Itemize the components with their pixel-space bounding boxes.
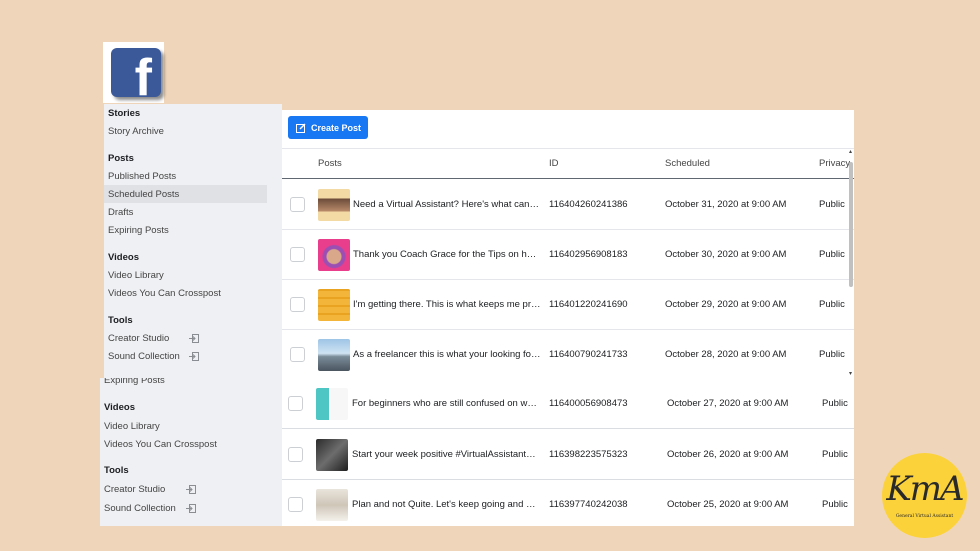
sidebar-item-story-archive[interactable]: Story Archive	[108, 126, 164, 137]
sidebar-header-posts: Posts	[108, 153, 134, 164]
post-scheduled: October 30, 2020 at 9:00 AM	[665, 249, 787, 260]
table-row[interactable]: For beginners who are still confused on …	[282, 379, 854, 429]
scroll-down-icon[interactable]: ▾	[849, 371, 854, 377]
column-header-scheduled[interactable]: Scheduled	[665, 158, 710, 169]
sidebar-item-sound-collection[interactable]: Sound Collection	[104, 503, 176, 514]
sidebar-item-expiring-posts[interactable]: Expiring Posts	[104, 378, 165, 386]
table-row[interactable]: I'm getting there. This is what keeps me…	[282, 280, 854, 330]
table-row[interactable]: Thank you Coach Grace for the Tips on ho…	[282, 230, 854, 280]
post-scheduled: October 28, 2020 at 9:00 AM	[665, 349, 787, 360]
row-checkbox[interactable]	[290, 247, 305, 262]
post-title[interactable]: For beginners who are still confused on …	[352, 398, 540, 409]
sidebar-item-expiring-posts[interactable]: Expiring Posts	[108, 225, 169, 236]
sidebar-top: Stories Story Archive Posts Published Po…	[104, 104, 282, 378]
sidebar-item-video-library[interactable]: Video Library	[108, 270, 164, 281]
column-header-id[interactable]: ID	[549, 158, 559, 169]
table-scrollbar[interactable]	[849, 154, 853, 376]
sidebar-item-sound-collection[interactable]: Sound Collection	[108, 351, 180, 362]
scroll-up-icon[interactable]: ▴	[849, 149, 854, 155]
facebook-logo-frame: f	[103, 42, 164, 103]
post-id: 116398223575323	[549, 449, 628, 460]
sidebar-item-drafts[interactable]: Drafts	[108, 207, 133, 218]
post-id: 116401220241690	[549, 299, 628, 310]
row-checkbox[interactable]	[288, 396, 303, 411]
post-id: 116402956908183	[549, 249, 628, 260]
scrollbar-thumb[interactable]	[849, 162, 853, 287]
post-thumbnail	[316, 439, 348, 471]
post-id: 116400056908473	[549, 398, 628, 409]
table-header: Posts ID Scheduled Privacy	[282, 148, 854, 179]
sidebar-header-videos: Videos	[104, 402, 135, 413]
facebook-logo-icon: f	[111, 48, 161, 97]
table-row[interactable]: Need a Virtual Assistant? Here's what ca…	[282, 180, 854, 230]
post-privacy: Public	[822, 398, 848, 409]
kma-subtitle: General Virtual Assistant	[895, 514, 954, 519]
post-privacy: Public	[822, 499, 848, 510]
sidebar-header-tools: Tools	[108, 315, 133, 326]
table-row[interactable]: Plan and not Quite. Let's keep going and…	[282, 480, 854, 526]
row-checkbox[interactable]	[290, 347, 305, 362]
column-header-privacy[interactable]: Privacy	[819, 158, 850, 169]
sidebar-item-video-library[interactable]: Video Library	[104, 421, 160, 432]
post-thumbnail	[318, 239, 350, 271]
post-id: 116404260241386	[549, 199, 628, 210]
sidebar-item-videos-crosspost[interactable]: Videos You Can Crosspost	[104, 439, 217, 450]
external-link-icon	[189, 352, 199, 361]
sidebar-item-scheduled-posts[interactable]: Scheduled Posts	[104, 185, 267, 203]
external-link-icon	[186, 485, 196, 494]
post-id: 116397740242038	[549, 499, 628, 510]
sidebar-header-tools: Tools	[104, 465, 129, 476]
create-post-button[interactable]: Create Post	[288, 116, 368, 139]
create-post-label: Create Post	[311, 122, 362, 133]
sidebar-item-videos-crosspost[interactable]: Videos You Can Crosspost	[108, 288, 221, 299]
post-thumbnail	[316, 489, 348, 521]
sidebar-header-videos: Videos	[108, 252, 139, 263]
post-id: 116400790241733	[549, 349, 628, 360]
post-title[interactable]: Need a Virtual Assistant? Here's what ca…	[353, 199, 541, 210]
sidebar-header-stories: Stories	[108, 108, 141, 119]
sidebar-item-creator-studio[interactable]: Creator Studio	[108, 333, 169, 344]
post-thumbnail	[318, 289, 350, 321]
sidebar-item-label: Scheduled Posts	[108, 189, 180, 200]
post-scheduled: October 26, 2020 at 9:00 AM	[667, 449, 789, 460]
sidebar-bottom: Expiring Posts Videos Video Library Vide…	[100, 378, 282, 526]
row-checkbox[interactable]	[290, 197, 305, 212]
row-checkbox[interactable]	[288, 497, 303, 512]
post-scheduled: October 29, 2020 at 9:00 AM	[665, 299, 787, 310]
sidebar-item-creator-studio[interactable]: Creator Studio	[104, 484, 165, 495]
sidebar-item-published-posts[interactable]: Published Posts	[108, 171, 176, 182]
edit-icon	[296, 123, 306, 133]
post-scheduled: October 25, 2020 at 9:00 AM	[667, 499, 789, 510]
kma-monogram: KmA	[886, 469, 964, 509]
post-title[interactable]: As a freelancer this is what your lookin…	[353, 349, 541, 360]
external-link-icon	[186, 504, 196, 513]
column-header-posts[interactable]: Posts	[318, 158, 342, 169]
post-privacy: Public	[822, 449, 848, 460]
table-row[interactable]: Start your week positive #VirtualAssista…	[282, 430, 854, 480]
post-thumbnail	[316, 388, 348, 420]
post-thumbnail	[318, 189, 350, 221]
post-title[interactable]: Thank you Coach Grace for the Tips on ho…	[353, 249, 541, 260]
post-title[interactable]: Plan and not Quite. Let's keep going and…	[352, 499, 540, 510]
table-row[interactable]: As a freelancer this is what your lookin…	[282, 330, 854, 378]
external-link-icon	[189, 334, 199, 343]
post-scheduled: October 27, 2020 at 9:00 AM	[667, 398, 789, 409]
post-title[interactable]: Start your week positive #VirtualAssista…	[352, 449, 540, 460]
kma-logo-badge: KmA General Virtual Assistant	[882, 453, 967, 538]
post-title[interactable]: I'm getting there. This is what keeps me…	[353, 299, 541, 310]
scheduled-posts-panel-bottom: For beginners who are still confused on …	[282, 378, 854, 526]
post-thumbnail	[318, 339, 350, 371]
row-checkbox[interactable]	[290, 297, 305, 312]
row-checkbox[interactable]	[288, 447, 303, 462]
post-scheduled: October 31, 2020 at 9:00 AM	[665, 199, 787, 210]
scheduled-posts-panel-top: Create Post Posts ID Scheduled Privacy N…	[282, 110, 854, 378]
